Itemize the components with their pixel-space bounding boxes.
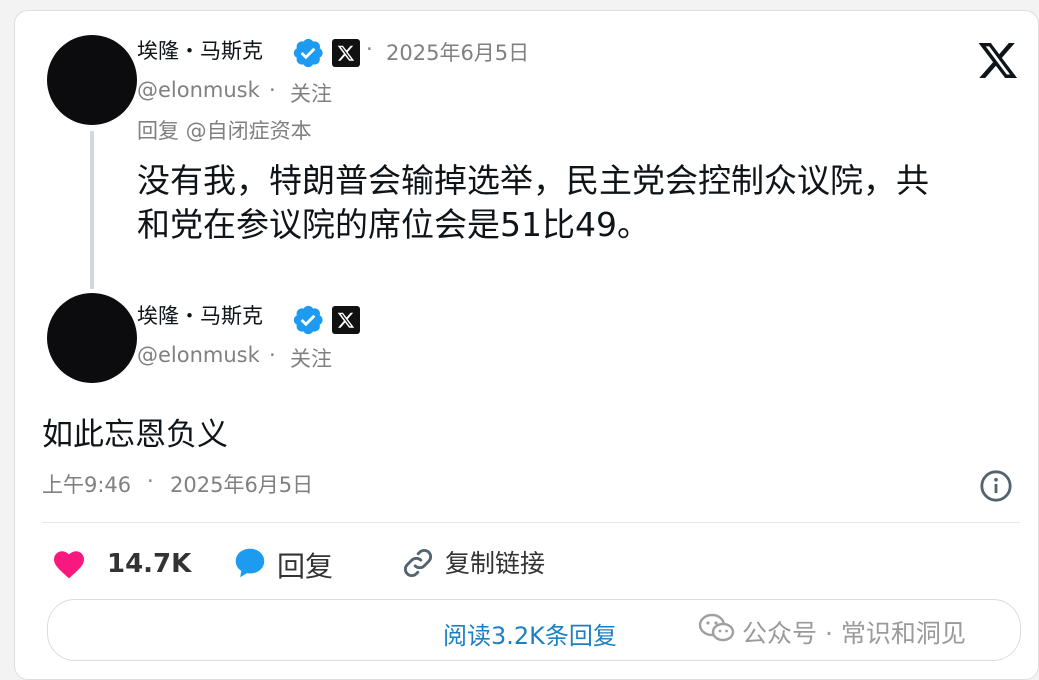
divider: [42, 522, 1020, 523]
author-name[interactable]: 埃隆・马斯克: [137, 35, 263, 65]
info-icon[interactable]: [979, 469, 1013, 503]
follow-link[interactable]: 关注: [290, 78, 332, 108]
wechat-icon: [698, 611, 736, 645]
handle[interactable]: @elonmusk: [137, 78, 260, 102]
like-count: 14.7K: [107, 549, 192, 579]
link-icon: [401, 546, 435, 580]
like-button[interactable]: 14.7K: [51, 544, 201, 584]
thread-line: [90, 131, 94, 289]
read-replies-label: 阅读3.2K条回复: [443, 622, 617, 650]
reply-to[interactable]: 回复 @自闭症资本: [137, 115, 312, 145]
post-time[interactable]: 上午9:46: [42, 469, 131, 499]
x-logo-icon[interactable]: [977, 39, 1019, 81]
avatar[interactable]: [47, 35, 137, 125]
follow-link[interactable]: 关注: [290, 343, 332, 373]
handle-separator: ·: [269, 78, 276, 102]
x-badge-icon: [332, 39, 360, 67]
heart-icon: [51, 546, 87, 582]
copy-link-button[interactable]: 复制链接: [401, 542, 561, 582]
post-date[interactable]: 2025年6月5日: [170, 469, 313, 499]
verified-icon: [291, 36, 325, 70]
handle[interactable]: @elonmusk: [137, 343, 260, 367]
quoted-tweet-text: 没有我，特朗普会输掉选举，民主党会控制众议院，共和党在参议院的席位会是51比49…: [137, 161, 929, 244]
copy-link-label: 复制链接: [445, 549, 546, 578]
watermark-text: 公众号 · 常识和洞见: [742, 619, 966, 648]
reply-bubble-icon: [231, 544, 269, 582]
tweet-card: 埃隆・马斯克 · 2025年6月5日 @elonmusk · 关注 回复 @自闭…: [14, 10, 1039, 680]
tweet-text: 如此忘恩负义: [42, 417, 228, 453]
reply-label: 回复: [277, 550, 334, 583]
handle-separator: ·: [269, 343, 276, 367]
post-date[interactable]: 2025年6月5日: [386, 37, 529, 67]
reply-button[interactable]: 回复: [231, 544, 361, 584]
date-separator: ·: [366, 37, 373, 61]
x-badge-icon: [332, 306, 360, 334]
time-separator: ·: [147, 469, 154, 493]
verified-icon: [291, 303, 325, 337]
avatar[interactable]: [47, 293, 137, 383]
author-name[interactable]: 埃隆・马斯克: [137, 300, 263, 330]
